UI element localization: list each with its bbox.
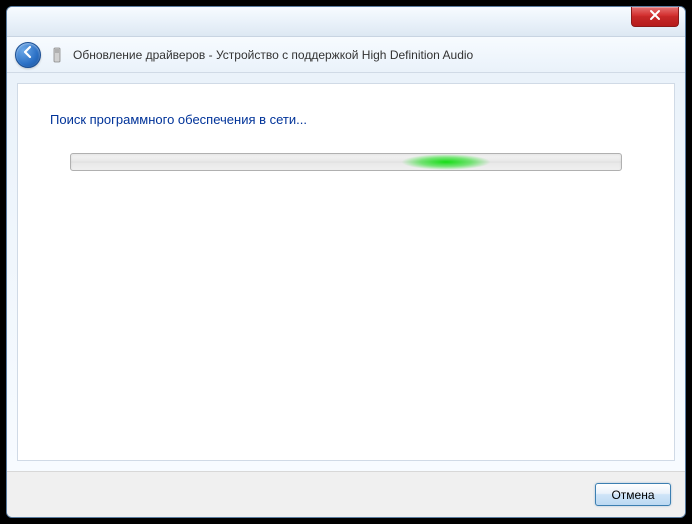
dialog-footer: Отмена [7, 471, 685, 517]
dialog-window: Обновление драйверов - Устройство с подд… [6, 6, 686, 518]
arrow-left-icon [21, 45, 35, 64]
content-area: Поиск программного обеспечения в сети... [17, 83, 675, 461]
navigation-bar: Обновление драйверов - Устройство с подд… [7, 37, 685, 73]
back-button[interactable] [15, 42, 41, 68]
status-heading: Поиск программного обеспечения в сети... [50, 112, 642, 127]
window-title: Обновление драйверов - Устройство с подд… [73, 48, 473, 62]
titlebar [7, 7, 685, 37]
progress-indicator [401, 154, 491, 170]
progress-container [50, 153, 642, 171]
cancel-button[interactable]: Отмена [595, 483, 671, 506]
progress-bar [70, 153, 622, 171]
content-frame: Поиск программного обеспечения в сети... [7, 73, 685, 471]
device-icon [49, 47, 65, 63]
close-icon [649, 8, 661, 26]
close-button[interactable] [631, 7, 679, 27]
